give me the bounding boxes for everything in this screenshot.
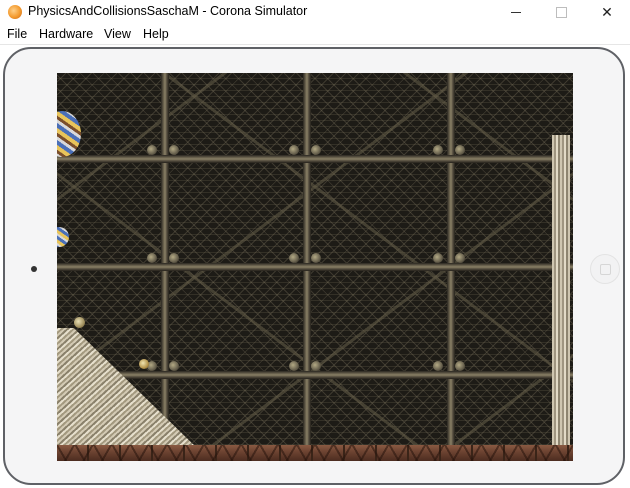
bolt <box>147 253 157 263</box>
bolt <box>169 361 179 371</box>
vertical-beam <box>303 73 311 445</box>
horizontal-beam <box>57 263 573 271</box>
maximize-button[interactable] <box>538 0 584 24</box>
horizontal-beam <box>57 371 573 379</box>
menu-help[interactable]: Help <box>143 27 169 41</box>
minimize-button[interactable] <box>493 0 539 24</box>
maximize-icon <box>555 6 567 18</box>
bolt <box>455 253 465 263</box>
bolt <box>433 361 443 371</box>
bolt <box>433 145 443 155</box>
menu-view[interactable]: View <box>104 27 131 41</box>
close-button[interactable]: ✕ <box>584 0 630 24</box>
bolt <box>169 145 179 155</box>
bolt <box>169 253 179 263</box>
small-ball[interactable] <box>74 317 85 328</box>
bolt <box>455 145 465 155</box>
floor-girder-truss <box>57 445 573 461</box>
home-button[interactable] <box>590 254 620 284</box>
menu-bar: File Hardware View Help <box>0 24 630 45</box>
window-title: PhysicsAndCollisionsSaschaM - Corona Sim… <box>28 4 308 18</box>
close-icon: ✕ <box>601 3 613 20</box>
wooden-post <box>552 135 570 445</box>
menu-hardware[interactable]: Hardware <box>39 27 93 41</box>
bolt <box>147 145 157 155</box>
game-screen[interactable] <box>57 73 573 461</box>
corona-app-icon <box>8 5 22 19</box>
bolt <box>311 361 321 371</box>
horizontal-beam <box>57 155 573 163</box>
bolt <box>433 253 443 263</box>
vertical-beam <box>161 73 169 445</box>
vertical-beam <box>447 73 455 445</box>
menu-file[interactable]: File <box>7 27 27 41</box>
title-bar: PhysicsAndCollisionsSaschaM - Corona Sim… <box>0 0 630 24</box>
bolt <box>289 361 299 371</box>
bolt <box>311 145 321 155</box>
minimize-icon <box>511 11 521 13</box>
small-ball[interactable] <box>139 359 149 369</box>
bolt <box>289 253 299 263</box>
bolt <box>289 145 299 155</box>
bolt <box>311 253 321 263</box>
home-button-icon <box>599 263 611 275</box>
front-camera-dot <box>31 266 37 272</box>
bolt <box>455 361 465 371</box>
